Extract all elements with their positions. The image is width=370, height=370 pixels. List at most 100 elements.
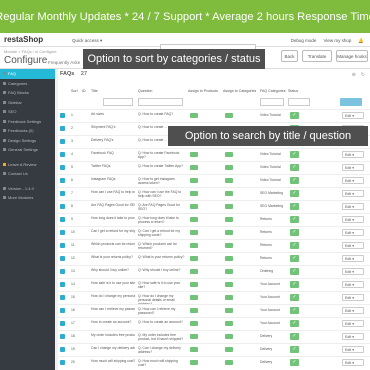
sidebar-item-sidebar[interactable]: Sidebar: [0, 98, 55, 108]
table-row[interactable]: 6 Instagram FAQs Q: How to get Instagram a…: [58, 174, 370, 187]
edit-button[interactable]: Edit ▾: [342, 177, 364, 184]
assign-categories-toggle[interactable]: [225, 308, 233, 313]
assign-categories-toggle[interactable]: [225, 360, 233, 365]
status-enabled-icon[interactable]: ✓: [290, 359, 299, 366]
table-row[interactable]: 10 Can I get a refund for my shipping cos…: [58, 226, 370, 239]
table-row[interactable]: 11 Which products can be returned?Q: Whic…: [58, 239, 370, 252]
col-status[interactable]: Status: [288, 89, 298, 93]
assign-categories-toggle[interactable]: [225, 295, 233, 300]
status-enabled-icon[interactable]: ✓: [290, 112, 299, 119]
status-enabled-icon[interactable]: ✓: [290, 242, 299, 249]
assign-categories-toggle[interactable]: [225, 217, 233, 222]
refresh-icon[interactable]: ↻: [361, 72, 365, 78]
assign-products-toggle[interactable]: [190, 191, 198, 196]
status-enabled-icon[interactable]: ✓: [290, 346, 299, 353]
table-row[interactable]: 5 Twitter FAQs Q: How to create Twitter Ap…: [58, 161, 370, 174]
drag-handle-icon[interactable]: [60, 360, 65, 365]
status-enabled-icon[interactable]: ✓: [290, 307, 299, 314]
status-enabled-icon[interactable]: ✓: [290, 216, 299, 223]
edit-button[interactable]: Edit ▾: [342, 112, 364, 119]
drag-handle-icon[interactable]: [60, 347, 65, 352]
assign-products-toggle[interactable]: [190, 230, 198, 235]
edit-button[interactable]: Edit ▾: [342, 229, 364, 236]
drag-handle-icon[interactable]: [60, 334, 65, 339]
assign-categories-toggle[interactable]: [225, 282, 233, 287]
assign-products-toggle[interactable]: [190, 308, 198, 313]
assign-products-toggle[interactable]: [190, 347, 198, 352]
table-row[interactable]: 19 Can I change my delivery address?Q: Ca…: [58, 343, 370, 356]
table-row[interactable]: 20 How much will shipping cost? Q: How muc…: [58, 356, 370, 369]
col-assign-products[interactable]: Assign to Products: [188, 89, 218, 93]
table-row[interactable]: 8 Are FAQ Pages Good for SEO? Q: Are FAQ P…: [58, 200, 370, 213]
sidebar-item-seo[interactable]: SEO: [0, 107, 55, 117]
assign-categories-toggle[interactable]: [225, 256, 233, 261]
drag-handle-icon[interactable]: [60, 308, 65, 313]
assign-products-toggle[interactable]: [190, 217, 198, 222]
question-filter-input[interactable]: [138, 98, 183, 106]
edit-button[interactable]: Edit ▾: [342, 333, 364, 340]
quick-access-menu[interactable]: Quick access ▾: [72, 38, 102, 44]
status-filter-select[interactable]: [288, 98, 310, 106]
edit-button[interactable]: Edit ▾: [342, 216, 364, 223]
status-enabled-icon[interactable]: ✓: [290, 203, 299, 210]
drag-handle-icon[interactable]: [60, 321, 65, 326]
assign-products-toggle[interactable]: [190, 178, 198, 183]
table-row[interactable]: 16 How can I retrieve my password?Q: How …: [58, 304, 370, 317]
col-sort[interactable]: Sort: [71, 89, 78, 93]
drag-handle-icon[interactable]: [60, 243, 65, 248]
table-row[interactable]: 9 How long does it take to process a retu…: [58, 213, 370, 226]
sidebar-item-faq-blocks[interactable]: FAQ Blocks: [0, 88, 55, 98]
drag-handle-icon[interactable]: [60, 139, 65, 144]
category-filter-select[interactable]: [260, 98, 284, 106]
translate-button[interactable]: Translate: [302, 50, 332, 62]
assign-products-toggle[interactable]: [190, 295, 198, 300]
status-enabled-icon[interactable]: ✓: [290, 229, 299, 236]
drag-handle-icon[interactable]: [60, 282, 65, 287]
assign-categories-toggle[interactable]: [225, 165, 233, 170]
drag-handle-icon[interactable]: [60, 269, 65, 274]
drag-handle-icon[interactable]: [60, 165, 65, 170]
table-row[interactable]: 7 How can I use FAQ to help with SEO?Q: H…: [58, 187, 370, 200]
back-button[interactable]: Back: [281, 50, 298, 62]
col-assign-categories[interactable]: Assign to Categories: [223, 89, 256, 93]
assign-categories-toggle[interactable]: [225, 113, 233, 118]
status-enabled-icon[interactable]: ✓: [290, 164, 299, 171]
table-row[interactable]: 1 Art sizes Q: How to create FAQ? Video Tut…: [58, 109, 370, 122]
sidebar-item-faq[interactable]: FAQ: [0, 69, 55, 79]
assign-products-toggle[interactable]: [190, 360, 198, 365]
table-row[interactable]: 12 What is your returns policy? Q: What is…: [58, 252, 370, 265]
drag-handle-icon[interactable]: [60, 126, 65, 131]
assign-categories-toggle[interactable]: [225, 178, 233, 183]
edit-button[interactable]: Edit ▾: [342, 307, 364, 314]
drag-handle-icon[interactable]: [60, 204, 65, 209]
col-question[interactable]: Question: [138, 89, 152, 93]
tab-frequently-asked[interactable]: Frequently Aske: [48, 60, 80, 65]
drag-handle-icon[interactable]: [60, 230, 65, 235]
table-row[interactable]: 4 Facebook FAQ Q: How to create Facebook A…: [58, 148, 370, 161]
assign-products-toggle[interactable]: [190, 334, 198, 339]
assign-products-toggle[interactable]: [190, 269, 198, 274]
sidebar-item-design-settings[interactable]: Design Settings: [0, 136, 55, 146]
assign-products-toggle[interactable]: [190, 165, 198, 170]
status-enabled-icon[interactable]: ✓: [290, 268, 299, 275]
table-row[interactable]: 14 How safe is it to use your site? Q: How…: [58, 278, 370, 291]
drag-handle-icon[interactable]: [60, 152, 65, 157]
manage-hooks-button[interactable]: Manage hooks: [336, 50, 368, 62]
col-title[interactable]: Title: [91, 89, 98, 93]
table-row[interactable]: 13 Why should I buy online? Q: Why should …: [58, 265, 370, 278]
status-enabled-icon[interactable]: ✓: [290, 177, 299, 184]
assign-categories-toggle[interactable]: [225, 191, 233, 196]
edit-button[interactable]: Edit ▾: [342, 346, 364, 353]
sidebar-item-feedback-settings[interactable]: Feedback Settings: [0, 117, 55, 127]
status-enabled-icon[interactable]: ✓: [290, 320, 299, 327]
search-button[interactable]: [340, 98, 362, 106]
sidebar-item-leave-review[interactable]: Leave A Review: [0, 160, 55, 170]
edit-button[interactable]: Edit ▾: [342, 151, 364, 158]
edit-button[interactable]: Edit ▾: [342, 268, 364, 275]
assign-categories-toggle[interactable]: [225, 152, 233, 157]
edit-button[interactable]: Edit ▾: [342, 242, 364, 249]
status-enabled-icon[interactable]: ✓: [290, 190, 299, 197]
sidebar-item-contact-us[interactable]: Contact Us: [0, 169, 55, 179]
sidebar-item-more-modules[interactable]: More Modules: [0, 193, 55, 203]
assign-products-toggle[interactable]: [190, 282, 198, 287]
